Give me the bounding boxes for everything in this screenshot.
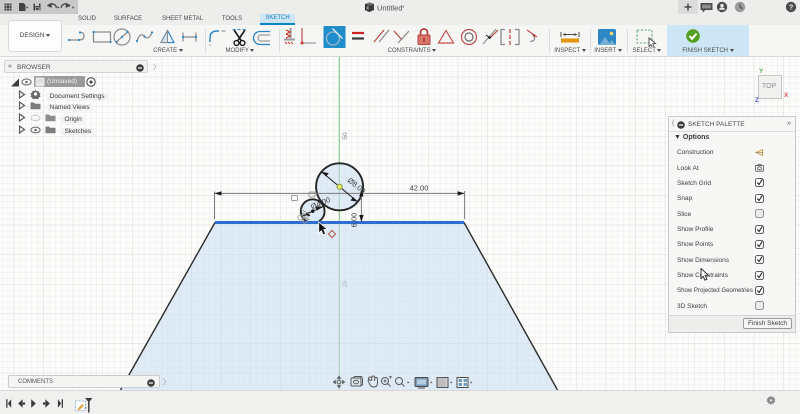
svg-text:Untitled*: Untitled* xyxy=(377,4,404,13)
svg-text:?: ? xyxy=(789,3,794,12)
svg-text:42.00: 42.00 xyxy=(410,184,429,193)
svg-text:6.00: 6.00 xyxy=(350,213,359,228)
svg-text:50: 50 xyxy=(342,132,349,140)
